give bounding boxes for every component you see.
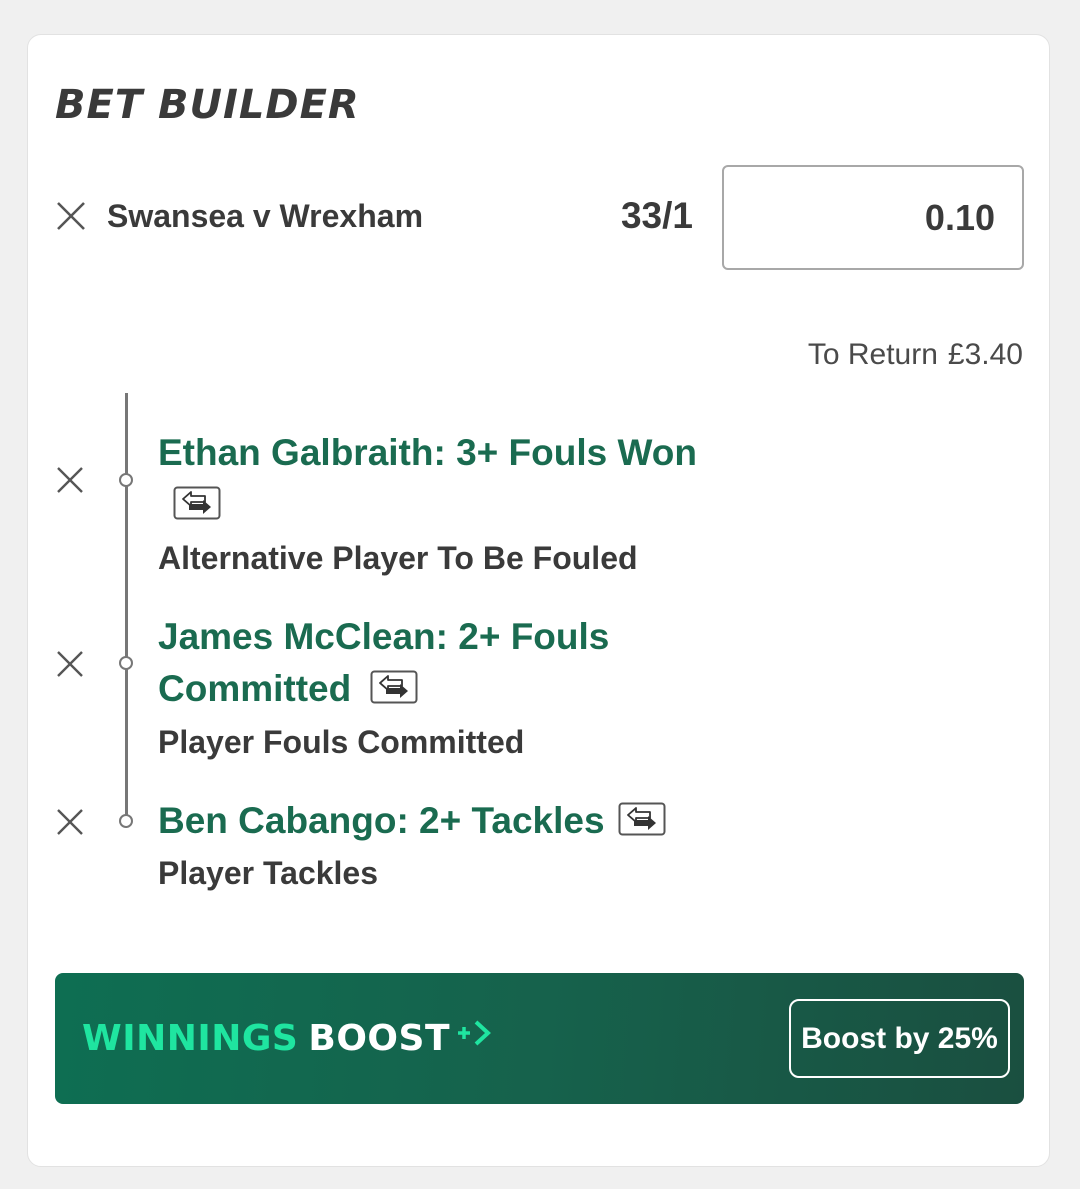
swap-arrows-icon[interactable] bbox=[618, 802, 666, 836]
remove-selection-close-icon[interactable] bbox=[55, 649, 87, 681]
selection-market: Alternative Player To Be Fouled bbox=[158, 540, 638, 576]
selection-title: Ethan Galbraith: 3+ Fouls Won bbox=[158, 432, 697, 473]
remove-selection-close-icon[interactable] bbox=[55, 807, 87, 839]
timeline-dot bbox=[119, 814, 133, 828]
winnings-boost-logo: WINNINGS BOOST bbox=[82, 1014, 494, 1064]
to-return: To Return £3.40 bbox=[808, 336, 1023, 374]
boost-button[interactable]: Boost by 25% bbox=[789, 999, 1010, 1078]
selection-market: Player Fouls Committed bbox=[158, 724, 525, 760]
bet-builder-title: BET BUILDER bbox=[55, 82, 360, 128]
remove-selection-close-icon[interactable] bbox=[55, 465, 87, 497]
to-return-amount: £3.40 bbox=[947, 338, 1023, 371]
boost-arrow-icon bbox=[456, 1012, 494, 1062]
selection-title: James McClean: 2+ Fouls bbox=[158, 616, 610, 657]
swap-arrows-icon[interactable] bbox=[173, 486, 221, 520]
winnings-boost-logo-part1: WINNINGS bbox=[82, 1018, 299, 1059]
timeline-dot bbox=[119, 656, 133, 670]
selection-market: Player Tackles bbox=[158, 855, 379, 891]
selection-title: Ben Cabango: 2+ Tackles bbox=[158, 800, 605, 841]
bet-odds: 33/1 bbox=[620, 195, 693, 236]
swap-arrows-icon[interactable] bbox=[370, 670, 418, 704]
to-return-label: To Return bbox=[807, 338, 938, 371]
stake-input[interactable] bbox=[722, 165, 1024, 270]
timeline-dot bbox=[119, 473, 133, 487]
selections-timeline bbox=[125, 393, 128, 821]
winnings-boost-logo-part2: BOOST bbox=[308, 1018, 451, 1059]
selection-title-continued: Committed bbox=[158, 668, 352, 709]
event-name: Swansea v Wrexham bbox=[107, 198, 424, 234]
remove-bet-close-icon[interactable] bbox=[55, 200, 87, 232]
